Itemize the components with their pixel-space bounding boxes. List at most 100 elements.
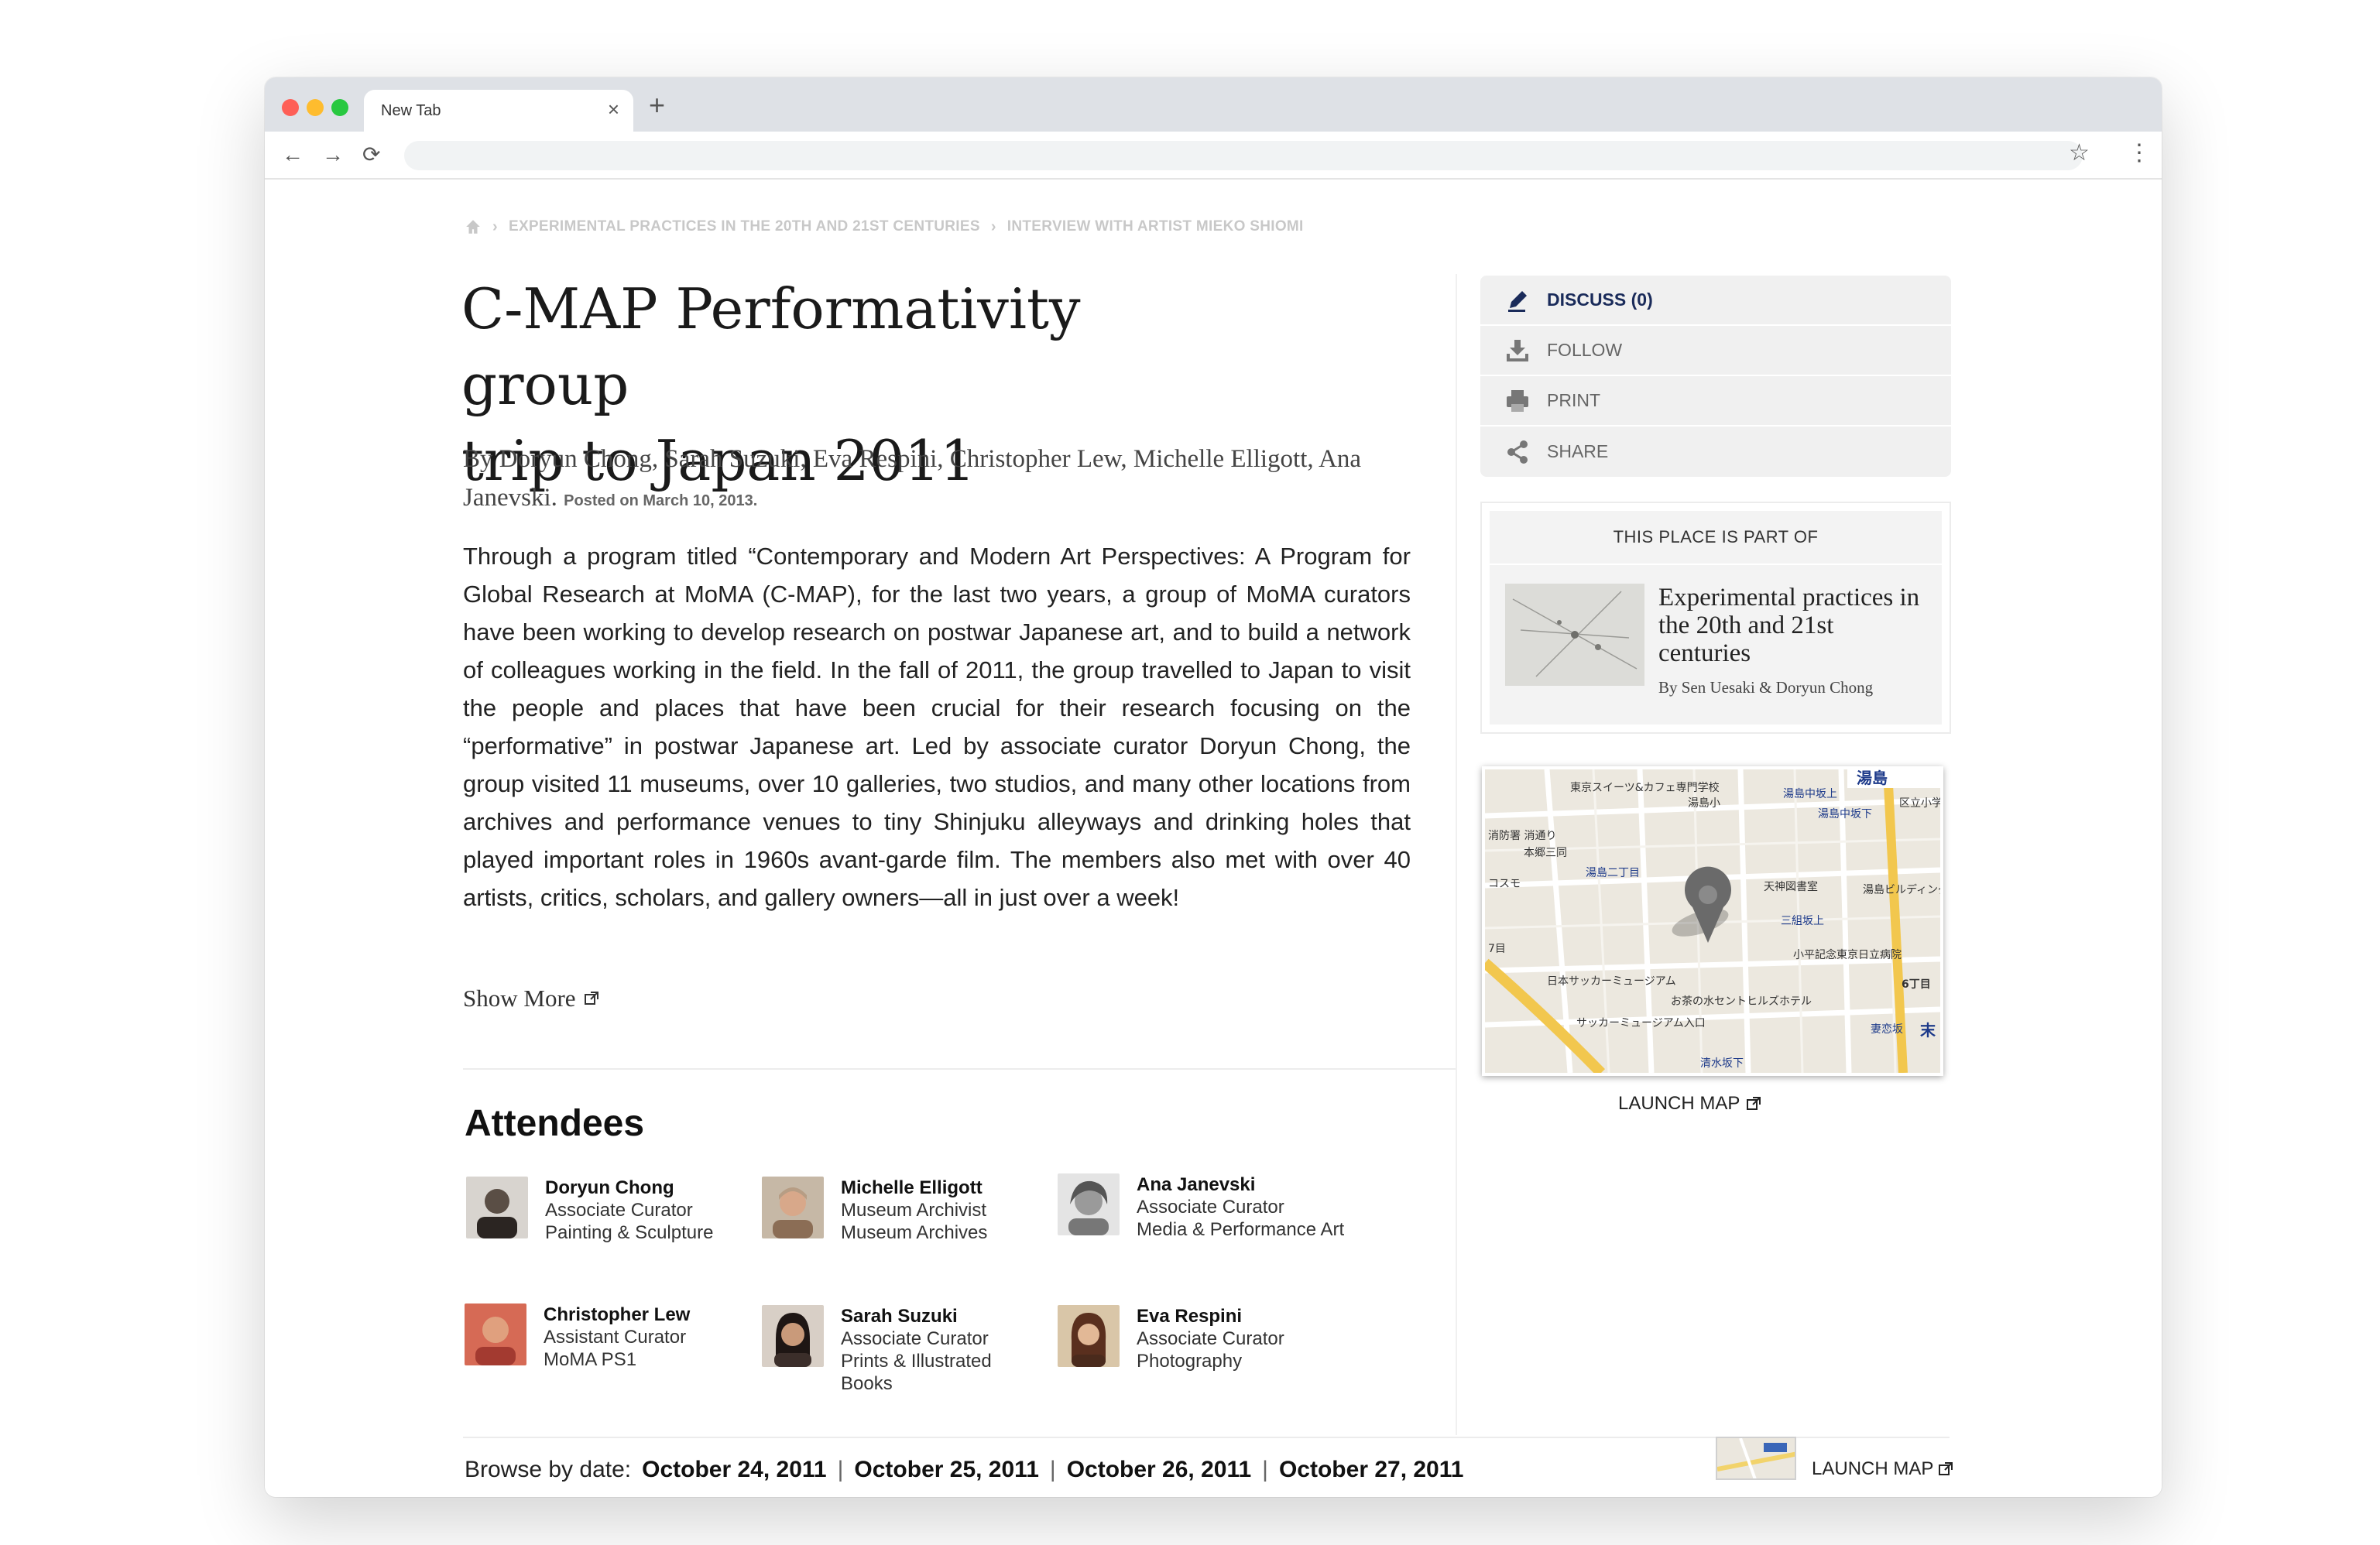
attendee-dept: Photography xyxy=(1137,1351,1243,1372)
column-divider xyxy=(1456,274,1457,1435)
part-of-header: THIS PLACE IS PART OF xyxy=(1490,511,1942,565)
map-label: 湯島中坂上 xyxy=(1783,787,1837,800)
map-label: 区立小学 xyxy=(1899,797,1940,810)
map-thumbnail[interactable] xyxy=(1716,1437,1796,1480)
attendee-role: Associate Curator xyxy=(1137,1197,1284,1218)
attendee-card[interactable]: Eva Respini Associate Curator Photograph… xyxy=(1058,1305,1336,1372)
breadcrumb-separator: › xyxy=(990,218,996,235)
avatar xyxy=(1058,1305,1120,1367)
new-tab-button[interactable]: + xyxy=(649,91,665,119)
attendee-dept: Museum Archives xyxy=(841,1222,988,1243)
map-label: 6丁目 xyxy=(1902,978,1931,991)
share-icon xyxy=(1507,440,1528,464)
date-link[interactable]: October 25, 2011 xyxy=(854,1457,1038,1483)
date-link[interactable]: October 26, 2011 xyxy=(1067,1457,1251,1483)
browser-menu-icon[interactable]: ⋮ xyxy=(2128,139,2151,166)
attendee-role: Museum Archivist xyxy=(841,1200,987,1221)
download-icon xyxy=(1507,339,1528,361)
tab-close-icon[interactable]: × xyxy=(608,98,619,122)
map-label: お茶の水セントヒルズホテル xyxy=(1671,995,1812,1008)
collection-thumbnail[interactable] xyxy=(1505,584,1644,686)
close-window-button[interactable] xyxy=(282,99,299,116)
attendee-card[interactable]: Doryun Chong Associate Curator Painting … xyxy=(466,1177,745,1244)
breadcrumb-item-interview[interactable]: INTERVIEW WITH ARTIST MIEKO SHIOMI xyxy=(1007,218,1304,235)
map-label: 消防署 消通り xyxy=(1488,830,1556,842)
byline: By Doryun Chong, Sarah Suzuki, Eva Respi… xyxy=(463,440,1412,520)
date-separator: | xyxy=(1262,1457,1268,1482)
attendee-card[interactable]: Ana Janevski Associate Curator Media & P… xyxy=(1058,1173,1383,1241)
collection-title[interactable]: Experimental practices in the 20th and 2… xyxy=(1658,584,1926,667)
attendee-dept: MoMA PS1 xyxy=(544,1349,637,1370)
avatar xyxy=(1058,1173,1120,1235)
tab-title: New Tab xyxy=(381,102,441,119)
browse-label: Browse by date: xyxy=(465,1457,632,1482)
printer-icon xyxy=(1507,389,1528,412)
attendees-heading: Attendees xyxy=(465,1103,645,1144)
article-body: Through a program titled “Contemporary a… xyxy=(463,543,1411,911)
date-link[interactable]: October 27, 2011 xyxy=(1279,1457,1463,1483)
map-label: 湯島二丁目 xyxy=(1586,866,1640,879)
discuss-button[interactable]: DISCUSS (0) xyxy=(1480,276,1951,326)
external-link-icon xyxy=(1747,1097,1761,1110)
external-link-icon xyxy=(584,992,598,1005)
date-link[interactable]: October 24, 2011 xyxy=(642,1457,826,1483)
posted-date: Posted on March 10, 2013. xyxy=(564,492,758,509)
map-label: 三組坂上 xyxy=(1781,915,1824,927)
attendee-card[interactable]: Christopher Lew Assistant Curator MoMA P… xyxy=(465,1303,728,1371)
map-label: 本郷三同 xyxy=(1524,847,1567,859)
map-label: 天神図書室 xyxy=(1764,880,1818,893)
show-more-label: Show More xyxy=(463,985,576,1012)
back-arrow-icon[interactable]: ← xyxy=(282,141,304,169)
launch-map-link[interactable]: LAUNCH MAP xyxy=(1618,1093,1761,1115)
attendee-dept: Painting & Sculpture xyxy=(545,1222,714,1243)
date-separator: | xyxy=(1049,1457,1056,1482)
map-label: 末 xyxy=(1920,1021,1936,1040)
home-icon[interactable] xyxy=(465,218,482,235)
attendee-name: Eva Respini xyxy=(1137,1306,1243,1327)
location-map[interactable]: 湯島 東京スイーツ&カフェ専門学校 湯島小 湯島中坂上 湯島中坂下 区立小学 消… xyxy=(1482,766,1943,1076)
section-divider xyxy=(463,1068,1456,1070)
launch-map-label: LAUNCH MAP xyxy=(1812,1458,1934,1479)
share-button[interactable]: SHARE xyxy=(1480,427,1951,477)
forward-arrow-icon[interactable]: → xyxy=(322,141,344,169)
avatar xyxy=(466,1177,528,1238)
attendee-card[interactable]: Michelle Elligott Museum Archivist Museu… xyxy=(762,1177,1041,1244)
address-bar[interactable] xyxy=(404,141,2083,170)
print-button[interactable]: PRINT xyxy=(1480,376,1951,427)
launch-map-link-bottom[interactable]: LAUNCH MAP xyxy=(1812,1458,1953,1480)
map-label: 湯島 xyxy=(1857,769,1888,787)
browser-toolbar: ← → ⟳ ☆ ⋮ xyxy=(265,132,2162,180)
reload-icon[interactable]: ⟳ xyxy=(362,141,380,169)
title-line-1: C-MAP Performativity group xyxy=(461,276,1081,417)
bookmark-star-icon[interactable]: ☆ xyxy=(2069,139,2090,166)
action-panel: DISCUSS (0) FOLLOW PRINT SHARE xyxy=(1480,276,1951,477)
avatar xyxy=(465,1303,526,1365)
follow-label: FOLLOW xyxy=(1547,340,1623,360)
attendee-dept: Media & Performance Art xyxy=(1137,1219,1345,1240)
attendee-role: Assistant Curator xyxy=(544,1327,687,1348)
map-label: 小平記念東京日立病院 xyxy=(1793,948,1902,961)
minimize-window-button[interactable] xyxy=(307,99,324,116)
show-more-link[interactable]: Show More xyxy=(463,985,599,1012)
maximize-window-button[interactable] xyxy=(331,99,348,116)
follow-button[interactable]: FOLLOW xyxy=(1480,326,1951,376)
print-label: PRINT xyxy=(1547,390,1600,410)
part-of-card[interactable]: THIS PLACE IS PART OF Experimental pract… xyxy=(1480,502,1951,734)
avatar xyxy=(762,1177,824,1238)
map-canvas: 湯島 東京スイーツ&カフェ専門学校 湯島小 湯島中坂上 湯島中坂下 区立小学 消… xyxy=(1485,769,1940,1073)
map-label: 湯島ビルディング xyxy=(1863,883,1940,896)
breadcrumb-item-experimental-practices[interactable]: EXPERIMENTAL PRACTICES IN THE 20TH AND 2… xyxy=(509,218,980,235)
share-label: SHARE xyxy=(1547,441,1609,461)
map-label: サッカーミュージアム入口 xyxy=(1576,1017,1706,1029)
map-label: 日本サッカーミュージアム xyxy=(1547,975,1676,988)
map-label: 湯島中坂下 xyxy=(1818,807,1872,820)
tab-new-tab[interactable]: New Tab × xyxy=(364,90,633,132)
attendee-role: Associate Curator xyxy=(545,1200,693,1221)
browse-by-date: Browse by date: October 24, 2011 | Octob… xyxy=(465,1457,1463,1483)
attendee-card[interactable]: Sarah Suzuki Associate Curator Prints & … xyxy=(762,1305,1041,1395)
launch-map-label: LAUNCH MAP xyxy=(1618,1093,1740,1114)
attendee-name: Michelle Elligott xyxy=(841,1177,983,1198)
map-label: 清水坂下 xyxy=(1700,1057,1744,1070)
breadcrumb: › EXPERIMENTAL PRACTICES IN THE 20TH AND… xyxy=(465,215,1304,238)
date-separator: | xyxy=(837,1457,844,1482)
